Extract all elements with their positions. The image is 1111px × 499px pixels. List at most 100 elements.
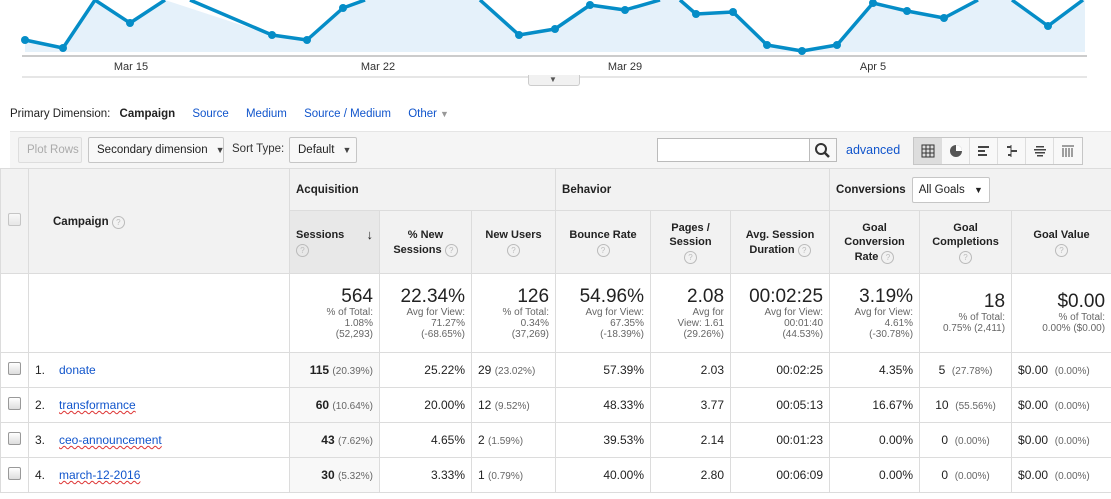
row-checkbox[interactable] (8, 362, 21, 375)
conversion-rate-cell: 16.67% (829, 387, 921, 423)
row-number: 3. (35, 433, 46, 447)
campaign-header-label: Campaign (53, 215, 109, 228)
col-header-pages-session[interactable]: Pages / Session? (650, 210, 732, 274)
dimension-other[interactable]: Other ▼ (408, 108, 459, 120)
total-sub: 00:01:40 (784, 317, 824, 329)
campaign-header[interactable]: Campaign ? (28, 168, 290, 274)
header-group-row: Campaign ? Acquisition Behavior Conversi… (0, 168, 1111, 274)
help-icon[interactable]: ? (111, 215, 125, 229)
row-checkbox[interactable] (8, 397, 21, 410)
completions-pct: (0.00%) (954, 471, 990, 482)
pages-session-cell: 2.14 (650, 422, 732, 458)
goal-value-cell: $0.00 (0.00%) (1011, 457, 1111, 493)
total-value: 564 (341, 285, 373, 307)
caret-down-icon: ▼ (973, 184, 983, 195)
goal-value: $0.00 (1018, 433, 1049, 447)
select-all-checkbox[interactable] (8, 213, 21, 226)
col-header-conversion-rate[interactable]: Goal Conversion Rate ? (829, 210, 921, 274)
campaign-link[interactable]: transformance (59, 398, 136, 412)
help-icon[interactable]: ? (684, 250, 698, 264)
total-value: 3.19% (859, 285, 914, 307)
col-new-users-label: New Users (485, 228, 542, 241)
help-icon[interactable]: ? (1055, 243, 1069, 257)
table-row: 4. march-12-2016 30 (5.32%) 3.33% 1 (0.79%) 4… (0, 457, 1111, 493)
col-header-sessions[interactable]: Sessions ↓? (289, 210, 380, 274)
secondary-dimension-dropdown[interactable]: Secondary dimension ▼ (88, 137, 225, 163)
total-sub: % of Total: (326, 306, 373, 318)
sessions-pct: (10.64%) (332, 401, 373, 412)
sort-type-dropdown[interactable]: Default ▼ (289, 137, 357, 163)
total-sub: View: 1.61 (677, 317, 725, 329)
col-sessions-label: Sessions (296, 228, 345, 241)
goal-selector-value: All Goals (918, 183, 965, 196)
conversions-group-header: Conversions All Goals ▼ (829, 168, 1111, 211)
total-goal-completions: 18% of Total: 0.75% (2,411) (919, 273, 1013, 353)
secondary-dimension-label: Secondary dimension (97, 144, 208, 156)
help-icon[interactable]: ? (444, 243, 458, 257)
comparison-view-icon[interactable] (998, 138, 1026, 164)
completions-pct: (0.00%) (954, 436, 990, 447)
campaign-link[interactable]: march-12-2016 (59, 468, 140, 482)
table-view-icon[interactable] (914, 138, 942, 164)
col-new-sessions-label: % New Sessions (393, 228, 444, 256)
new-users-cell: 2 (1.59%) (470, 422, 557, 458)
chart-collapse-toggle[interactable]: ▼ (528, 75, 580, 86)
goal-value: $0.00 (1018, 468, 1049, 482)
row-checkbox[interactable] (8, 467, 21, 480)
totals-spacer (28, 273, 290, 353)
totals-row: 564% of Total: 1.08% (52,293) 22.34% Avg fo… (0, 273, 1111, 353)
search-button[interactable] (809, 138, 837, 162)
total-sub: 67.35% (610, 317, 645, 329)
row-number: 4. (35, 468, 46, 482)
table-search-input[interactable] (657, 138, 812, 162)
col-header-goal-value[interactable]: Goal Value? (1011, 210, 1111, 274)
total-value: 00:02:25 (749, 285, 824, 307)
dimension-source[interactable]: Source (192, 108, 228, 120)
bar-view-icon[interactable] (970, 138, 998, 164)
campaign-link[interactable]: ceo-announcement (59, 433, 162, 447)
col-pages-label: Pages / Session (669, 221, 712, 248)
new-users-value: 12 (478, 398, 492, 412)
new-sessions-cell: 3.33% (379, 457, 472, 493)
dimension-campaign[interactable]: Campaign (120, 108, 176, 120)
help-icon[interactable]: ? (296, 243, 309, 257)
help-icon[interactable]: ? (596, 243, 610, 257)
help-icon[interactable]: ? (507, 243, 520, 257)
help-icon[interactable]: ? (959, 250, 973, 264)
pivot-view-icon[interactable] (1054, 138, 1082, 164)
total-sub: 0.75% (2,411) (942, 323, 1006, 334)
total-conversion-rate: 3.19% Avg for View: 4.61% (-30.78%) (829, 273, 921, 353)
row-checkbox[interactable] (8, 432, 21, 445)
total-sessions: 564% of Total: 1.08% (52,293) (289, 273, 380, 353)
goal-value-cell: $0.00 (0.00%) (1011, 422, 1111, 458)
campaign-link[interactable]: donate (59, 363, 96, 377)
total-sub: 71.27% (431, 317, 465, 329)
sort-type-label: Sort Type: (232, 143, 285, 155)
total-value: 18 (983, 291, 1006, 312)
total-sub: 0.34% (520, 317, 550, 329)
bounce-rate-cell: 57.39% (555, 352, 652, 388)
plot-rows-button[interactable]: Plot Rows (18, 137, 82, 163)
dimension-source-medium[interactable]: Source / Medium (304, 108, 391, 120)
advanced-filter-link[interactable]: advanced (846, 143, 900, 157)
goal-value: $0.00 (1018, 398, 1049, 412)
help-icon[interactable]: ? (881, 250, 895, 264)
avg-duration-cell: 00:06:09 (730, 457, 831, 493)
col-header-avg-duration[interactable]: Avg. Session Duration ? (730, 210, 831, 274)
help-icon[interactable]: ? (797, 243, 811, 257)
chevron-down-icon: ▼ (549, 75, 557, 84)
goal-selector-dropdown[interactable]: All Goals ▼ (911, 176, 990, 203)
col-header-new-users[interactable]: New Users? (470, 210, 557, 274)
total-value: 22.34% (400, 285, 465, 307)
col-header-new-sessions[interactable]: % New Sessions ? (379, 210, 472, 274)
sessions-value: 43 (321, 433, 335, 447)
dimension-other-label: Other (408, 108, 437, 120)
total-sub: (52,293) (335, 328, 373, 340)
pie-view-icon[interactable] (942, 138, 970, 164)
caret-down-icon: ▼ (215, 145, 225, 155)
dimension-medium[interactable]: Medium (246, 108, 287, 120)
term-cloud-view-icon[interactable] (1026, 138, 1054, 164)
col-header-goal-completions[interactable]: Goal Completions? (919, 210, 1013, 274)
completions-pct: (55.56%) (955, 401, 996, 412)
col-header-bounce-rate[interactable]: Bounce Rate? (555, 210, 652, 274)
